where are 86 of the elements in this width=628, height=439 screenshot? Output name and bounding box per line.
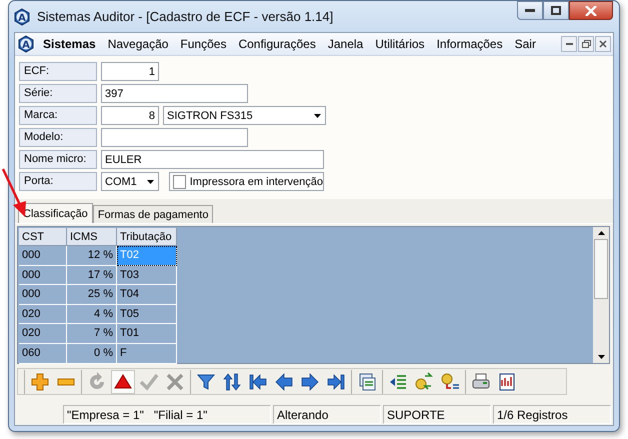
- menu-item[interactable]: Sair: [508, 37, 542, 51]
- close-icon: [585, 6, 597, 16]
- database-arrows-icon: [414, 372, 434, 392]
- table-cell[interactable]: T01: [117, 324, 177, 344]
- column-header[interactable]: Tributação: [117, 228, 177, 246]
- close-icon: [599, 40, 607, 48]
- close-button[interactable]: [569, 1, 613, 20]
- tab[interactable]: Classificação: [18, 203, 93, 223]
- table-cell[interactable]: T03: [117, 266, 177, 286]
- status-text: "Empresa = 1": [67, 408, 144, 422]
- input-field[interactable]: [101, 128, 248, 147]
- table-cell: 060: [19, 344, 67, 364]
- table-cell: 25 %: [67, 285, 117, 305]
- refresh-icon: [87, 372, 107, 392]
- menu-item[interactable]: Navegação: [102, 37, 174, 51]
- dropdown[interactable]: SIGTRON FS315: [163, 106, 326, 125]
- dropdown-arrow-icon: [147, 180, 154, 184]
- plus-icon: [30, 372, 50, 392]
- status-text: "Filial = 1": [154, 408, 208, 422]
- table-cell: 000: [19, 285, 67, 305]
- alert-button[interactable]: [111, 370, 135, 394]
- documents-icon: [357, 372, 377, 392]
- menu-item[interactable]: Informações: [430, 37, 509, 51]
- window-title: Sistemas Auditor - [Cadastro de ECF - versão 1.14]: [37, 9, 334, 24]
- table-cell: 000: [19, 266, 67, 286]
- filter-icon: [196, 372, 216, 392]
- field-label: Porta:: [19, 172, 97, 191]
- field-label: Nome micro:: [19, 150, 97, 169]
- checkmark-icon: [139, 372, 159, 392]
- minimize-button[interactable]: [561, 36, 577, 52]
- menu-item[interactable]: Configurações: [232, 37, 322, 51]
- field-label: Marca:: [19, 106, 97, 125]
- column-header[interactable]: ICMS: [67, 228, 117, 246]
- printer-icon: [471, 372, 491, 392]
- field-label: ECF:: [19, 62, 97, 81]
- right-arrow-icon: [300, 372, 320, 392]
- dropdown[interactable]: COM1: [101, 172, 159, 191]
- status-text: Alterando: [277, 408, 328, 422]
- input-field[interactable]: 8: [101, 106, 159, 125]
- database-list-icon: [440, 372, 460, 392]
- table-cell[interactable]: F: [117, 344, 177, 364]
- dropdown-arrow-icon: [314, 114, 321, 118]
- minimize-icon: [566, 43, 572, 45]
- sort-arrows-icon: [222, 372, 242, 392]
- input-field[interactable]: 1: [101, 62, 159, 81]
- menu-item[interactable]: Janela: [322, 37, 370, 51]
- minimize-icon: [525, 8, 535, 12]
- restore-icon: [582, 40, 590, 48]
- checkbox-label: Impressora em intervenção: [190, 176, 323, 188]
- table-cell: 020: [19, 304, 67, 324]
- menu-item[interactable]: Sistemas: [37, 37, 102, 51]
- table-cell[interactable]: T04: [117, 285, 177, 305]
- scroll-down-icon[interactable]: [598, 355, 604, 359]
- status-text: 1/6 Registros: [497, 408, 568, 422]
- table-cell: 17 %: [67, 266, 117, 286]
- triangle-icon: [113, 372, 133, 392]
- x-icon: [165, 372, 185, 392]
- tab[interactable]: Formas de pagamento: [92, 205, 214, 223]
- status-text: SUPORTE: [387, 408, 445, 422]
- maximize-icon: [551, 6, 561, 15]
- field-label: Série:: [19, 84, 97, 103]
- app-logo-icon: A: [17, 35, 35, 53]
- input-field[interactable]: 397: [101, 84, 248, 103]
- table-cell: 7 %: [67, 324, 117, 344]
- scrollbar[interactable]: [593, 227, 609, 363]
- left-arrow-icon: [274, 372, 294, 392]
- menu-item[interactable]: Funções: [174, 37, 232, 51]
- maximize-button[interactable]: [543, 1, 569, 20]
- table-cell: 0 %: [67, 344, 117, 364]
- field-label: Modelo:: [19, 128, 97, 147]
- table-cell: 020: [19, 324, 67, 344]
- checkbox[interactable]: [173, 174, 186, 188]
- table-cell: 000: [19, 246, 67, 266]
- last-arrow-icon: [326, 372, 346, 392]
- table-cell[interactable]: T05: [117, 304, 177, 324]
- scroll-up-icon[interactable]: [598, 231, 604, 235]
- input-field[interactable]: EULER: [101, 150, 324, 169]
- app-logo-icon: A: [13, 8, 31, 26]
- column-header[interactable]: CST: [19, 228, 67, 246]
- menu-item[interactable]: Utilitários: [369, 37, 431, 51]
- bar-chart-icon: [497, 372, 517, 392]
- first-arrow-icon: [248, 372, 268, 392]
- restore-button[interactable]: [578, 36, 594, 52]
- close-button[interactable]: [595, 36, 611, 52]
- table-cell: 4 %: [67, 304, 117, 324]
- minimize-button[interactable]: [517, 1, 543, 20]
